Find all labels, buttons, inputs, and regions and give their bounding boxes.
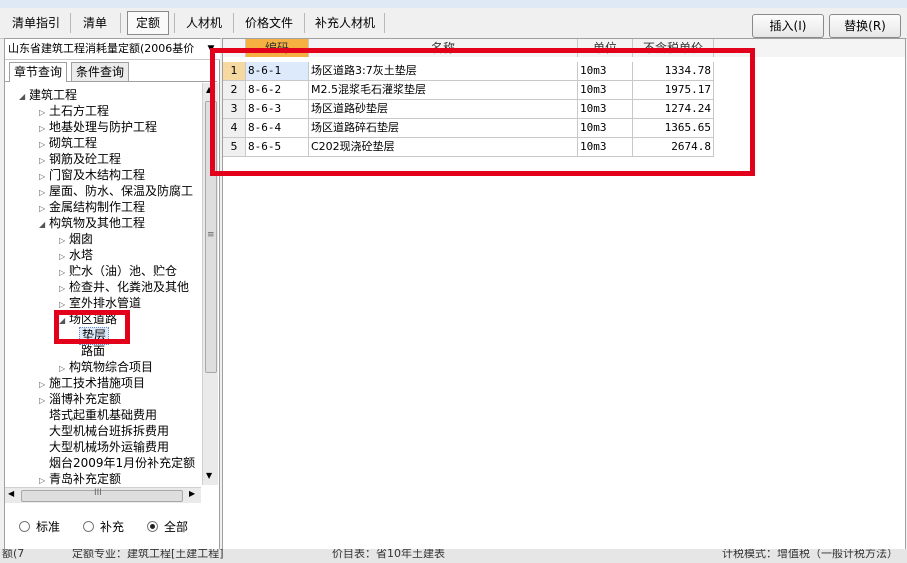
toolbar-divider xyxy=(233,13,234,33)
tree-node[interactable]: ▷ 室外排水管道 xyxy=(59,295,141,311)
scroll-grip-icon: ≡ xyxy=(207,230,215,240)
toolbar-divider xyxy=(120,13,121,33)
tab-quota[interactable]: 定额 xyxy=(127,11,170,35)
tree-node[interactable]: ▷ 施工技术措施项目 xyxy=(39,375,145,391)
quota-library-value: 山东省建筑工程消耗量定额(2006基价 xyxy=(8,42,195,55)
tree-node[interactable]: ▷ 钢筋及砼工程 xyxy=(39,151,121,167)
tree-node[interactable]: 路面 xyxy=(81,343,105,359)
window-title-bar xyxy=(0,0,907,8)
chapter-tree: ◢ 建筑工程 ▷ 土石方工程 ▷ 地基处理与防护工程 ▷ 砌筑工程 ▷ 钢筋及砼工程 ▷ 门… xyxy=(5,83,201,491)
scroll-right-icon[interactable]: ▶ xyxy=(189,489,195,498)
collapse-icon[interactable]: ◢ xyxy=(39,217,49,233)
collapse-icon[interactable]: ◢ xyxy=(19,89,29,105)
query-subtabs: 章节查询 条件查询 xyxy=(5,61,217,82)
insert-button[interactable]: 插入(I) xyxy=(752,14,824,38)
scroll-grip-icon: III xyxy=(94,488,102,498)
top-toolbar: 清单指引 清单 定额 人材机 价格文件 补充人材机 插入(I) 替换(R) xyxy=(0,8,907,39)
tree-node[interactable]: 大型机械场外运输费用 xyxy=(49,439,169,455)
tab-condition-query[interactable]: 条件查询 xyxy=(71,62,130,81)
toolbar-divider xyxy=(384,13,385,33)
toolbar-divider xyxy=(174,13,175,33)
toolbar-divider xyxy=(304,13,305,33)
status-tax-mode: 计税模式：增值税（一般计税方法） xyxy=(722,549,898,560)
radio-circle-icon[interactable] xyxy=(83,521,94,532)
tab-supplementary-lmm[interactable]: 补充人材机 xyxy=(306,11,384,35)
status-left-text: 额(7 xyxy=(2,549,25,560)
tree-node[interactable]: ▷ 土石方工程 xyxy=(39,103,109,119)
tree-node[interactable]: ▷ 淄博补充定额 xyxy=(39,391,121,407)
scroll-left-icon[interactable]: ◀ xyxy=(8,489,14,498)
highlight-box-tree xyxy=(54,310,130,344)
tree-node[interactable]: ▷ 屋面、防水、保温及防腐工 xyxy=(39,183,193,199)
tree-node[interactable]: ▷ 检查井、化粪池及其他 xyxy=(59,279,189,295)
radio-checked-icon[interactable] xyxy=(147,521,158,532)
tree-node[interactable]: ◢ 建筑工程 xyxy=(19,87,77,103)
tree-node[interactable]: ▷ 砌筑工程 xyxy=(39,135,97,151)
tab-bill[interactable]: 清单 xyxy=(74,11,116,35)
tree-node[interactable]: 大型机械台班拆拆费用 xyxy=(49,423,169,439)
replace-button[interactable]: 替换(R) xyxy=(829,14,901,38)
radio-all[interactable]: 全部 xyxy=(147,519,188,535)
scroll-down-icon[interactable]: ▼ xyxy=(206,471,212,480)
tree-node[interactable]: ▷ 地基处理与防护工程 xyxy=(39,119,157,135)
tree-node[interactable]: ▷ 水塔 xyxy=(59,247,93,263)
quota-library-select[interactable]: 山东省建筑工程消耗量定额(2006基价 ▼ xyxy=(5,39,220,60)
highlight-box-table xyxy=(210,48,755,176)
status-price-table: 价目表：省10年土建表 xyxy=(332,549,445,560)
tree-node[interactable]: ▷ 金属结构制作工程 xyxy=(39,199,145,215)
tree-node[interactable]: ▷ 构筑物综合项目 xyxy=(59,359,153,375)
tree-node[interactable]: ◢ 构筑物及其他工程 xyxy=(39,215,145,231)
chapter-panel: 山东省建筑工程消耗量定额(2006基价 ▼ 章节查询 条件查询 ◢ 建筑工程 ▷ 土… xyxy=(4,38,220,550)
status-bar: 额(7 定额专业：建筑工程[土建工程] 价目表：省10年土建表 计税模式：增值税… xyxy=(0,549,907,563)
tree-horizontal-scrollbar[interactable]: ◀ III ▶ xyxy=(5,487,201,503)
toolbar-divider xyxy=(70,13,71,33)
expand-icon[interactable]: ▷ xyxy=(39,393,49,409)
radio-circle-icon[interactable] xyxy=(19,521,30,532)
tree-node[interactable]: ▷ 贮水（油）池、贮仓 xyxy=(59,263,177,279)
tree-node[interactable]: ▷ 门窗及木结构工程 xyxy=(39,167,145,183)
tree-node[interactable]: 塔式起重机基础费用 xyxy=(49,407,157,423)
tab-chapter-query[interactable]: 章节查询 xyxy=(9,62,68,82)
quota-type-filter: 标准 补充 全部 xyxy=(5,513,217,543)
tree-node[interactable]: ▷ 烟囱 xyxy=(59,231,93,247)
tree-node[interactable]: 烟台2009年1月份补充定额 xyxy=(49,455,195,471)
radio-standard[interactable]: 标准 xyxy=(19,519,60,535)
status-quota-specialty: 定额专业：建筑工程[土建工程] xyxy=(72,549,224,560)
tab-price-file[interactable]: 价格文件 xyxy=(236,11,302,35)
tree-node[interactable]: ▷ 青岛补充定额 xyxy=(39,471,121,487)
tab-bill-guide[interactable]: 清单指引 xyxy=(3,11,69,35)
radio-supplementary[interactable]: 补充 xyxy=(83,519,124,535)
horizontal-scroll-thumb[interactable]: III xyxy=(21,488,183,502)
tab-labor-material-machine[interactable]: 人材机 xyxy=(177,11,231,35)
